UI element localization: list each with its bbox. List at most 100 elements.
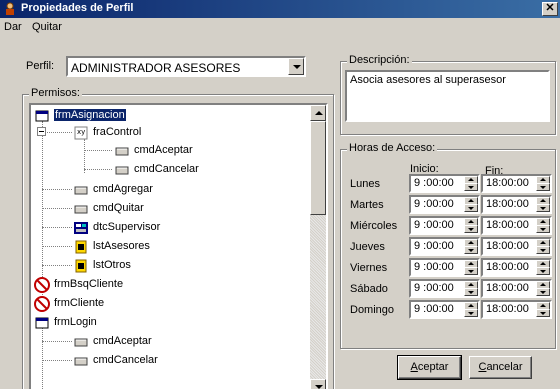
spin-down-icon[interactable] bbox=[536, 183, 550, 191]
tree-item-label: frmAsignacion bbox=[54, 109, 126, 121]
chevron-down-icon[interactable] bbox=[288, 58, 304, 75]
time-fin-spinner[interactable]: 18:00:00 bbox=[481, 174, 552, 193]
tree-item-label: fraControl bbox=[93, 126, 142, 138]
perfil-value: ADMINISTRADOR ASESORES bbox=[71, 61, 241, 75]
form-icon bbox=[34, 315, 50, 331]
time-value: 18:00:00 bbox=[486, 219, 529, 231]
tree-connector bbox=[42, 265, 72, 266]
button-icon bbox=[114, 143, 130, 159]
tree-connector bbox=[42, 189, 72, 190]
tree-expander[interactable] bbox=[37, 127, 46, 136]
permissions-tree[interactable]: frmAsignacion xy fraControl cmdAceptar cmdCa… bbox=[29, 103, 328, 389]
time-inicio-spinner[interactable]: 9 :00:00 bbox=[409, 216, 480, 235]
spin-down-icon[interactable] bbox=[536, 309, 550, 317]
time-value: 18:00:00 bbox=[486, 261, 529, 273]
tree-connector bbox=[42, 208, 72, 209]
tree-item-label: lstAsesores bbox=[93, 240, 150, 252]
denied-icon bbox=[34, 277, 50, 293]
time-value: 9 :00:00 bbox=[414, 177, 454, 189]
time-inicio-spinner[interactable]: 9 :00:00 bbox=[409, 195, 480, 214]
aceptar-mnemonic: A bbox=[410, 361, 418, 373]
time-value: 18:00:00 bbox=[486, 282, 529, 294]
time-fin-spinner[interactable]: 18:00:00 bbox=[481, 216, 552, 235]
time-value: 9 :00:00 bbox=[414, 303, 454, 315]
descripcion-textarea[interactable]: Asocia asesores al superasesor bbox=[345, 70, 550, 122]
svg-text:xy: xy bbox=[77, 128, 85, 136]
button-icon bbox=[73, 353, 89, 369]
frame-icon: xy bbox=[73, 125, 89, 141]
aceptar-button[interactable]: Aceptar bbox=[397, 355, 462, 380]
day-label: Viernes bbox=[350, 262, 388, 274]
time-inicio-spinner[interactable]: 9 :00:00 bbox=[409, 300, 480, 319]
time-fin-spinner[interactable]: 18:00:00 bbox=[481, 279, 552, 298]
time-inicio-spinner[interactable]: 9 :00:00 bbox=[409, 279, 480, 298]
tree-connector bbox=[42, 132, 72, 133]
tree-item-label: frmLogin bbox=[54, 316, 97, 328]
day-label: Miércoles bbox=[350, 220, 398, 232]
time-fin-spinner[interactable]: 18:00:00 bbox=[481, 237, 552, 256]
spin-down-icon[interactable] bbox=[536, 267, 550, 275]
spin-down-icon[interactable] bbox=[464, 183, 478, 191]
menu-quitar[interactable]: Quitar bbox=[32, 21, 62, 33]
tree-connector bbox=[42, 341, 72, 342]
spin-down-icon[interactable] bbox=[464, 204, 478, 212]
day-label: Lunes bbox=[350, 178, 380, 190]
scroll-down-icon[interactable] bbox=[310, 379, 326, 389]
datacombo-icon bbox=[73, 220, 89, 236]
scroll-up-icon[interactable] bbox=[310, 105, 326, 121]
scroll-thumb[interactable] bbox=[310, 121, 326, 215]
spin-down-icon[interactable] bbox=[536, 225, 550, 233]
button-icon bbox=[73, 182, 89, 198]
time-inicio-spinner[interactable]: 9 :00:00 bbox=[409, 237, 480, 256]
tree-item-label: cmdAceptar bbox=[93, 335, 152, 347]
cancelar-label: ancelar bbox=[486, 361, 523, 373]
tree-item-label: frmCliente bbox=[54, 297, 105, 309]
time-fin-spinner[interactable]: 18:00:00 bbox=[481, 195, 552, 214]
form-icon bbox=[34, 108, 50, 124]
spin-down-icon[interactable] bbox=[464, 309, 478, 317]
listbox-icon bbox=[73, 258, 89, 274]
app-icon bbox=[6, 2, 14, 15]
permisos-title: Permisos: bbox=[29, 87, 82, 99]
spin-down-icon[interactable] bbox=[464, 246, 478, 254]
tree-item-label: dtcSupervisor bbox=[93, 221, 161, 233]
close-button[interactable]: ✕ bbox=[542, 2, 558, 16]
button-icon bbox=[73, 334, 89, 350]
tree-connector bbox=[84, 169, 112, 170]
tree-connector bbox=[84, 139, 85, 173]
denied-icon bbox=[34, 296, 50, 312]
time-value: 18:00:00 bbox=[486, 198, 529, 210]
spin-down-icon[interactable] bbox=[464, 288, 478, 296]
time-value: 9 :00:00 bbox=[414, 240, 454, 252]
time-inicio-spinner[interactable]: 9 :00:00 bbox=[409, 174, 480, 193]
time-value: 9 :00:00 bbox=[414, 219, 454, 231]
day-label: Sábado bbox=[350, 283, 388, 295]
spin-down-icon[interactable] bbox=[464, 267, 478, 275]
tree-connector bbox=[42, 360, 72, 361]
spin-down-icon[interactable] bbox=[536, 288, 550, 296]
tree-scrollbar[interactable] bbox=[310, 105, 326, 389]
time-value: 18:00:00 bbox=[486, 177, 529, 189]
listbox-icon bbox=[73, 239, 89, 255]
perfil-combobox[interactable]: ADMINISTRADOR ASESORES bbox=[66, 56, 306, 77]
spin-down-icon[interactable] bbox=[536, 204, 550, 212]
time-fin-spinner[interactable]: 18:00:00 bbox=[481, 300, 552, 319]
time-value: 9 :00:00 bbox=[414, 261, 454, 273]
tree-item-label: cmdQuitar bbox=[93, 202, 144, 214]
window-title: Propiedades de Perfil bbox=[21, 2, 134, 14]
time-inicio-spinner[interactable]: 9 :00:00 bbox=[409, 258, 480, 277]
spin-down-icon[interactable] bbox=[464, 225, 478, 233]
day-label: Jueves bbox=[350, 241, 385, 253]
time-value: 18:00:00 bbox=[486, 240, 529, 252]
horas-title: Horas de Acceso: bbox=[347, 142, 438, 154]
menu-dar[interactable]: Dar bbox=[4, 21, 22, 33]
cancelar-button[interactable]: Cancelar bbox=[469, 356, 532, 379]
spin-down-icon[interactable] bbox=[536, 246, 550, 254]
tree-item-label: frmBsqCliente bbox=[54, 278, 124, 290]
tree-item-label: cmdAgregar bbox=[93, 183, 153, 195]
button-icon bbox=[73, 201, 89, 217]
aceptar-label: ceptar bbox=[417, 361, 449, 373]
time-fin-spinner[interactable]: 18:00:00 bbox=[481, 258, 552, 277]
descripcion-title: Descripción: bbox=[347, 54, 412, 66]
title-bar[interactable]: Propiedades de Perfil ✕ bbox=[0, 0, 560, 18]
